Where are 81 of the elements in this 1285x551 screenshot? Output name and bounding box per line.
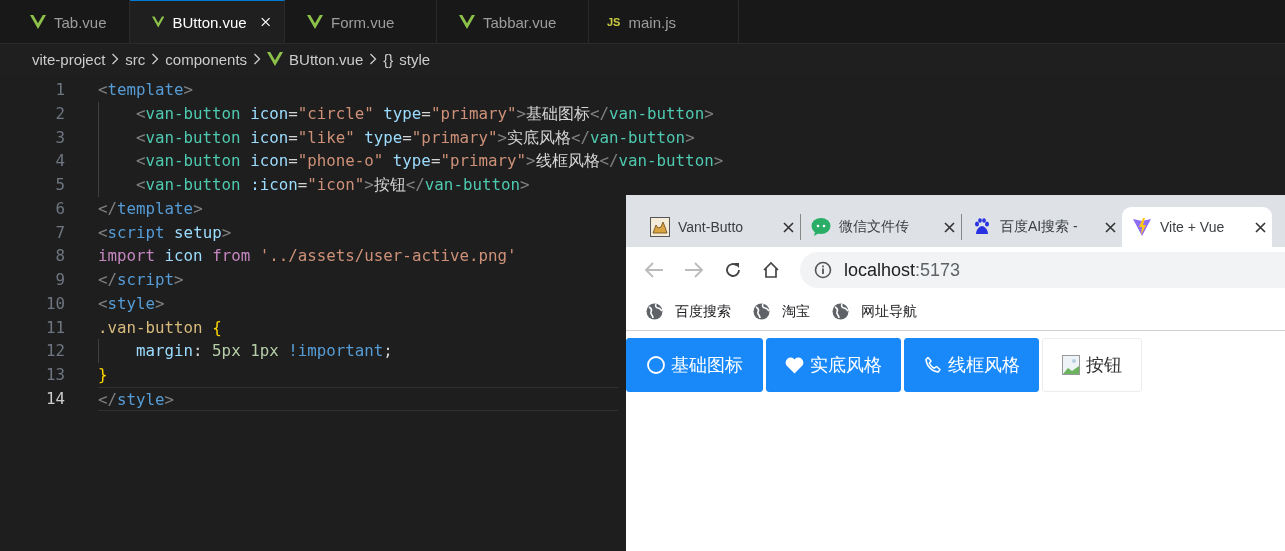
browser-tab[interactable]: 微信文件传 [801, 207, 961, 247]
close-icon [260, 16, 270, 28]
info-icon [814, 261, 832, 279]
chevron-icon [111, 53, 120, 65]
globe-icon [646, 303, 663, 320]
editor-tab[interactable]: BUtton.vue [130, 0, 285, 43]
breadcrumb-item[interactable]: components [165, 50, 248, 68]
line-number: 14 [44, 387, 65, 410]
code-line: <template> [98, 79, 194, 101]
line-number: 2 [54, 102, 65, 125]
line-number: 11 [44, 316, 65, 339]
chat-bubble-icon [811, 217, 831, 237]
line-number: 3 [54, 126, 65, 149]
globe-icon [832, 303, 849, 320]
code-line: <van-button icon="like" type="primary">实底风格</van-button> [136, 126, 695, 149]
line-number: 1 [54, 79, 65, 101]
close-icon [783, 221, 794, 233]
line-number: 7 [54, 221, 65, 244]
breadcrumb-item[interactable]: BUtton.vue [289, 50, 364, 68]
chevron-icon [151, 53, 160, 65]
address-bar[interactable]: localhost:5173 [800, 252, 1285, 288]
line-number: 12 [44, 340, 65, 363]
code-line: </style> [98, 388, 175, 410]
circle-icon [646, 356, 665, 374]
page-button[interactable]: 按钮 [1042, 338, 1142, 392]
braces-icon: {} [383, 50, 394, 68]
forward-arrow-icon [684, 261, 704, 279]
code-line: <script setup> [98, 221, 232, 244]
line-number: 9 [54, 269, 65, 291]
line-number: 5 [54, 174, 65, 196]
reload-icon [724, 261, 742, 279]
chevron-icon [369, 53, 378, 65]
editor-tab[interactable]: Form.vue [285, 0, 437, 43]
line-number: 10 [44, 292, 65, 315]
breadcrumb-item[interactable]: src [125, 50, 146, 68]
code-line: } [98, 364, 108, 386]
line-number: 13 [44, 364, 65, 386]
editor-tab[interactable]: JS main.js [589, 0, 739, 43]
line-number: 4 [54, 150, 65, 173]
browser-tab[interactable]: Vite + Vue [1122, 207, 1272, 247]
vite-logo-icon [1132, 217, 1152, 237]
breadcrumb-item[interactable]: vite-project [32, 50, 106, 68]
editor-tab[interactable]: Tabbar.vue [437, 0, 589, 43]
page-button[interactable]: 基础图标 [626, 338, 763, 392]
code-line: <van-button :icon="icon">按钮</van-button> [136, 174, 530, 196]
close-icon [1105, 221, 1116, 233]
vue-logo-icon [30, 15, 46, 29]
page-button[interactable]: 实底风格 [766, 338, 901, 392]
close-icon [944, 221, 955, 233]
paw-icon [972, 217, 992, 237]
code-line: <van-button icon="circle" type="primary">基础图标</van-button> [136, 102, 714, 125]
chevron-icon [253, 53, 262, 65]
code-line: margin: 5px 1px !important; [136, 340, 393, 363]
line-number: 8 [54, 245, 65, 268]
heart-icon [785, 356, 804, 374]
bookmark-link[interactable]: 网址导航 [861, 302, 917, 321]
code-line: </template> [98, 197, 203, 220]
bookmark-link[interactable]: 淘宝 [782, 302, 810, 321]
phone-icon [923, 356, 942, 374]
globe-icon [753, 303, 770, 320]
vue-logo-icon [152, 15, 165, 29]
home-icon [762, 261, 780, 279]
back-arrow-icon [644, 261, 664, 279]
js-file-icon: JS [607, 16, 621, 28]
browser-tab[interactable]: Vant-Butto [640, 207, 800, 247]
code-line: </script> [98, 269, 184, 291]
vue-logo-icon [459, 15, 475, 29]
broken-image-icon [1062, 355, 1080, 375]
browser-tab[interactable]: 百度AI搜索 - [962, 207, 1122, 247]
vue-logo-icon [267, 52, 284, 66]
line-number: 6 [54, 197, 65, 220]
vue-logo-icon [307, 15, 323, 29]
code-line: import icon from '../assets/user-active.png' [98, 245, 517, 268]
breadcrumb-item[interactable]: style [399, 50, 431, 68]
code-line: <style> [98, 292, 165, 315]
code-line: <van-button icon="phone-o" type="primary">线框风格</van-button> [136, 150, 724, 173]
url-text: localhost:5173 [844, 259, 961, 281]
code-line: .van-button { [98, 316, 222, 339]
page-button[interactable]: 线框风格 [904, 338, 1039, 392]
bookmark-link[interactable]: 百度搜索 [675, 302, 731, 321]
close-icon [1255, 221, 1266, 233]
